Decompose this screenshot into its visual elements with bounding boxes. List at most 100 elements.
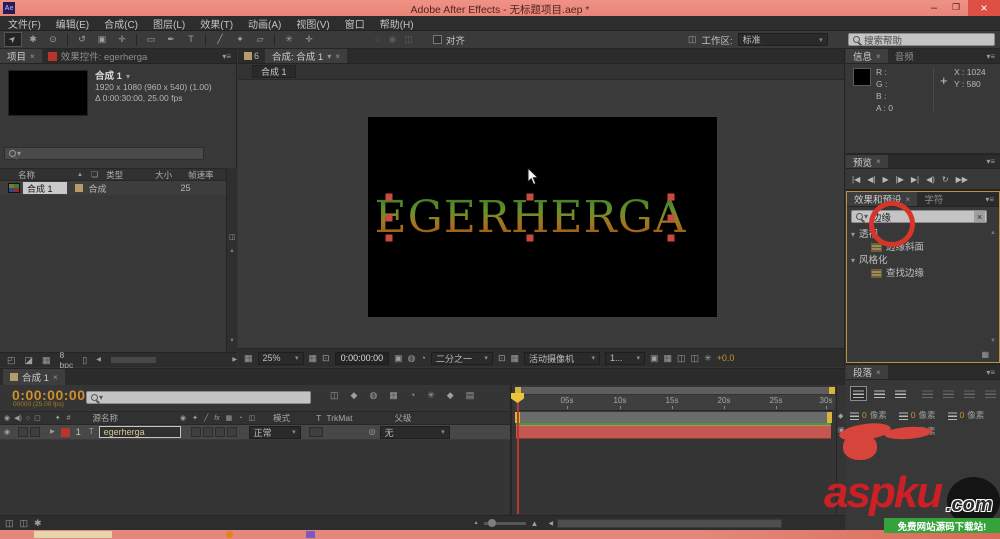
frame-blending-icon[interactable]: ▦ — [389, 391, 398, 400]
flowchart-icon[interactable]: ◫ — [229, 234, 236, 241]
scroll-right-icon[interactable]: ▶ — [232, 357, 237, 363]
menu-effect[interactable]: 效果(T) — [200, 16, 233, 31]
reset-exposure-icon[interactable]: ✳ — [704, 353, 712, 363]
layer-solo-toggle[interactable] — [30, 427, 41, 437]
time-ruler[interactable]: 05s 10s 15s 20s 25s 30s — [515, 395, 835, 411]
menu-help[interactable]: 帮助(H) — [380, 16, 414, 31]
scroll-down-icon[interactable]: ▼ — [229, 338, 235, 344]
menu-file[interactable]: 文件(F) — [8, 16, 41, 31]
grid-guides-icon[interactable]: ▦ — [309, 353, 318, 363]
selection-handle[interactable] — [385, 214, 393, 221]
pan-behind-tool[interactable]: ✛ — [113, 32, 131, 47]
zoom-in-mountain-icon[interactable]: ▲ — [531, 519, 539, 528]
fast-preview-icon[interactable]: ▦ — [664, 353, 673, 363]
timeline-search-box[interactable]: ▾ — [86, 391, 311, 404]
play-button[interactable]: ▶ — [882, 175, 888, 184]
selection-handle[interactable] — [385, 234, 393, 242]
tag-icon[interactable]: ❏ — [91, 170, 98, 179]
maximize-button[interactable]: ❐ — [946, 0, 966, 15]
taskbar-app-block[interactable] — [34, 531, 112, 538]
tab-info[interactable]: 信息 × — [846, 49, 888, 63]
layer-name-box[interactable]: egerherga — [98, 426, 181, 438]
layer-row-1[interactable]: ◉ ▶ 1 T egerherga 正常 ▾ ◎ 无 ▾ — [0, 425, 510, 440]
tab-paragraph[interactable]: 段落 × — [846, 365, 888, 379]
selection-tool[interactable]: ➤ — [4, 32, 22, 47]
type-tool[interactable]: T — [182, 32, 200, 47]
selection-handle[interactable] — [667, 193, 675, 201]
timeline-jump-icon[interactable]: ◫ — [677, 353, 686, 363]
space-before-field[interactable]: 0 像素 — [898, 409, 936, 421]
first-frame-button[interactable]: |◀ — [852, 175, 860, 184]
tab-audio[interactable]: 音频 — [888, 49, 921, 63]
zoom-slider-knob[interactable] — [487, 519, 496, 527]
panel-menu-icon[interactable]: ▾≡ — [222, 49, 236, 63]
layer-duration-bar[interactable] — [516, 425, 831, 439]
column-source-name[interactable]: 源名称 — [92, 412, 118, 424]
puppet-pin-tool[interactable]: ✛ — [300, 32, 318, 47]
brainstorm-icon[interactable]: ✳ — [427, 391, 435, 400]
layer-switch[interactable] — [214, 427, 225, 437]
pixel-aspect-icon[interactable]: ▣ — [650, 353, 659, 363]
panel-menu-icon[interactable]: ▾≡ — [986, 155, 1000, 168]
project-row-comp1[interactable]: 合成 1 合成 25 — [0, 181, 226, 195]
navigator-start-handle[interactable] — [515, 387, 521, 394]
selection-handle[interactable] — [385, 193, 393, 201]
justify-last-left-button[interactable] — [919, 386, 936, 401]
project-comp-title[interactable]: 合成 1 — [95, 71, 122, 82]
column-trkmat[interactable]: TrkMat — [326, 413, 352, 423]
taskbar-purple-icon[interactable] — [306, 531, 315, 538]
tab-timeline-comp1[interactable]: 合成 1 × — [3, 369, 65, 385]
selection-handle[interactable] — [526, 193, 534, 201]
playhead-line[interactable] — [517, 402, 519, 514]
panel-menu-icon[interactable]: ▾≡ — [985, 192, 999, 206]
next-frame-button[interactable]: |▶ — [896, 175, 904, 184]
taskbar-firefox-icon[interactable] — [226, 531, 233, 538]
menu-edit[interactable]: 编辑(E) — [56, 16, 89, 31]
tab-project[interactable]: 项目 × — [0, 49, 42, 63]
project-bpc-label[interactable]: 8 bpc — [60, 350, 74, 370]
indent-right-field[interactable]: 0 像素 — [947, 409, 984, 421]
navigator-end-handle[interactable] — [829, 387, 835, 394]
hand-tool[interactable]: ✱ — [24, 32, 42, 47]
effects-group-stylize[interactable]: ▾ 风格化 — [851, 254, 924, 267]
scroll-left-icon[interactable]: ◀ — [96, 357, 101, 363]
snapshot-icon[interactable]: ▣ — [394, 353, 403, 363]
tab-effect-controls[interactable]: 效果控件: egerherga — [61, 49, 148, 63]
layer-mode-select[interactable]: 正常 ▾ — [248, 425, 301, 439]
scroll-down-icon[interactable]: ▼ — [990, 338, 996, 344]
expand-transfer-controls-icon[interactable]: ◫ — [20, 519, 29, 528]
graph-editor-icon[interactable]: ▤ — [466, 391, 475, 400]
column-parent[interactable]: 父级 — [394, 412, 411, 424]
brush-tool[interactable]: ╱ — [211, 32, 229, 47]
scroll-up-icon[interactable]: ▲ — [229, 248, 235, 254]
column-size[interactable]: 大小 — [155, 169, 172, 181]
align-right-button[interactable] — [892, 386, 909, 401]
zoom-out-mountain-icon[interactable]: ▲ — [474, 521, 479, 526]
shape-tool[interactable]: ▭ — [142, 32, 160, 47]
align-center-button[interactable] — [871, 386, 888, 401]
always-preview-icon[interactable]: ▦ — [244, 353, 253, 363]
region-of-interest-icon[interactable]: ⊡ — [498, 353, 506, 363]
menu-view[interactable]: 视图(V) — [296, 16, 329, 31]
column-name[interactable]: 名称 — [18, 169, 35, 181]
scroll-left-icon[interactable]: ◀ — [548, 521, 553, 527]
menu-composition[interactable]: 合成(C) — [104, 16, 138, 31]
help-search-input[interactable]: 搜索帮助 — [848, 33, 995, 47]
close-button[interactable]: × — [968, 0, 1000, 16]
zoom-tool[interactable]: ⊙ — [44, 32, 62, 47]
draft-3d-icon[interactable]: ◆ — [351, 391, 358, 400]
layer-switch[interactable] — [202, 427, 213, 437]
layer-switch[interactable] — [190, 427, 201, 437]
transparency-grid-icon[interactable]: ▦ — [510, 353, 519, 363]
magnification-select[interactable]: 25% ▾ — [257, 351, 304, 365]
view-layout-select[interactable]: 1... ▾ — [605, 351, 645, 365]
sort-asc-icon[interactable]: ▲ — [77, 172, 83, 178]
comp-timecode[interactable]: 0:00:00:00 — [334, 351, 390, 365]
breadcrumb-comp1[interactable]: 合成 1 — [252, 65, 296, 78]
project-row-name[interactable]: 合成 1 — [23, 182, 67, 194]
panel-menu-icon[interactable]: ▾≡ — [986, 49, 1000, 63]
pen-tool[interactable]: ✒ — [162, 32, 180, 47]
panel-menu-icon[interactable]: ▾≡ — [986, 365, 1000, 379]
justify-last-right-button[interactable] — [961, 386, 978, 401]
new-comp-icon[interactable]: ▦ — [42, 355, 51, 365]
